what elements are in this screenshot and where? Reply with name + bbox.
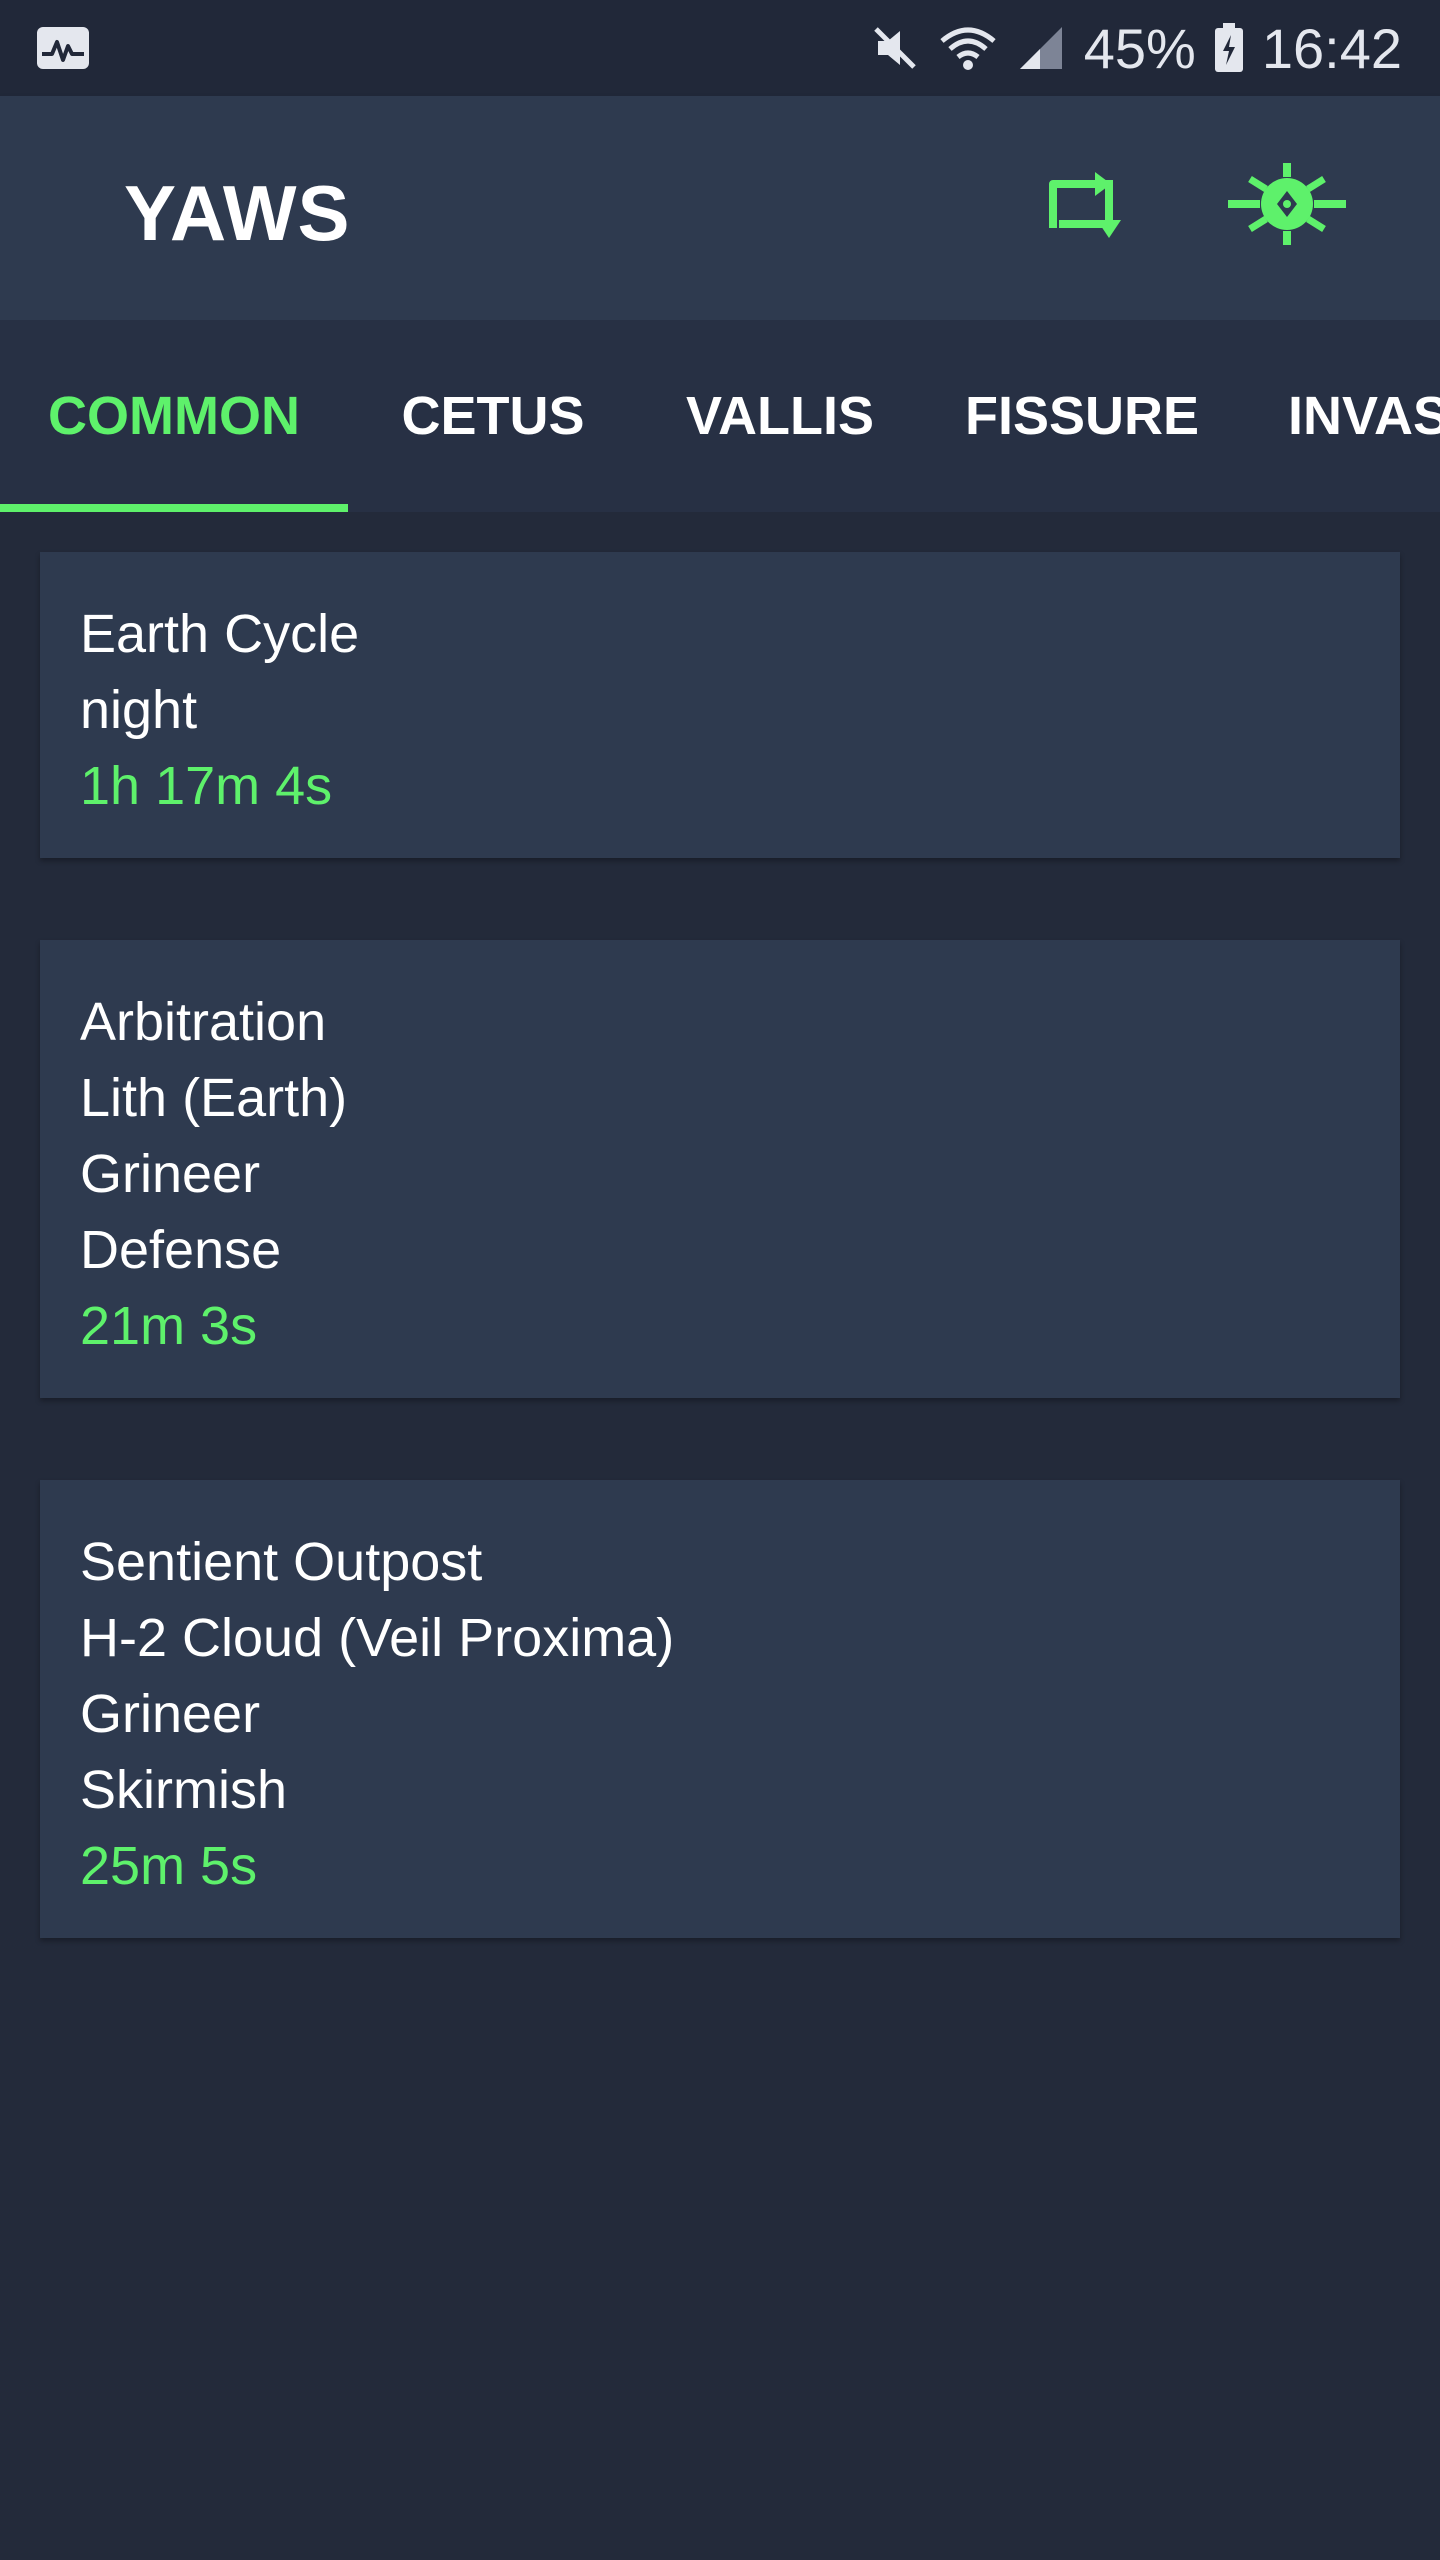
card-timer: 25m 5s bbox=[80, 1836, 258, 1896]
card-title: Arbitration bbox=[80, 992, 327, 1052]
tab-invasions[interactable]: INVAS bbox=[1288, 320, 1440, 512]
tab-bar: COMMON CETUS VALLIS FISSURE INVAS bbox=[0, 320, 1440, 512]
card-timer: 21m 3s bbox=[80, 1296, 258, 1356]
card-node: Lith (Earth) bbox=[80, 1068, 348, 1128]
card-mission-type: Skirmish bbox=[80, 1760, 288, 1820]
tab-vallis[interactable]: VALLIS bbox=[638, 320, 922, 512]
settings-icon bbox=[1222, 159, 1352, 254]
arbitration-card[interactable]: Arbitration Lith (Earth) Grineer Defense… bbox=[40, 940, 1400, 1398]
card-faction: Grineer bbox=[80, 1684, 261, 1744]
card-faction: Grineer bbox=[80, 1144, 261, 1204]
battery-icon bbox=[1214, 23, 1244, 73]
card-node: H-2 Cloud (Veil Proxima) bbox=[80, 1608, 675, 1668]
battery-percent: 45% bbox=[1083, 16, 1196, 80]
card-timer: 1h 17m 4s bbox=[80, 756, 333, 816]
activity-icon bbox=[36, 26, 90, 75]
refresh-icon bbox=[1031, 164, 1131, 249]
card-mission-type: Defense bbox=[80, 1220, 282, 1280]
settings-button[interactable] bbox=[1222, 156, 1352, 256]
tab-fissure[interactable]: FISSURE bbox=[922, 320, 1242, 512]
status-bar: 45% 16:42 bbox=[0, 0, 1440, 96]
mute-icon bbox=[870, 23, 920, 73]
app-title: YAWS bbox=[124, 169, 351, 257]
signal-icon bbox=[1016, 23, 1066, 73]
wifi-icon bbox=[938, 23, 998, 73]
tab-common[interactable]: COMMON bbox=[0, 320, 348, 512]
card-title: Sentient Outpost bbox=[80, 1532, 483, 1592]
clock: 16:42 bbox=[1261, 16, 1402, 80]
card-title: Earth Cycle bbox=[80, 604, 360, 664]
sentient-outpost-card[interactable]: Sentient Outpost H-2 Cloud (Veil Proxima… bbox=[40, 1480, 1400, 1938]
app-bar: YAWS bbox=[0, 96, 1440, 320]
card-state: night bbox=[80, 680, 198, 740]
refresh-button[interactable] bbox=[1016, 156, 1146, 256]
earth-cycle-card[interactable]: Earth Cycle night 1h 17m 4s bbox=[40, 552, 1400, 858]
tab-indicator bbox=[0, 504, 348, 512]
tab-cetus[interactable]: CETUS bbox=[348, 320, 638, 512]
